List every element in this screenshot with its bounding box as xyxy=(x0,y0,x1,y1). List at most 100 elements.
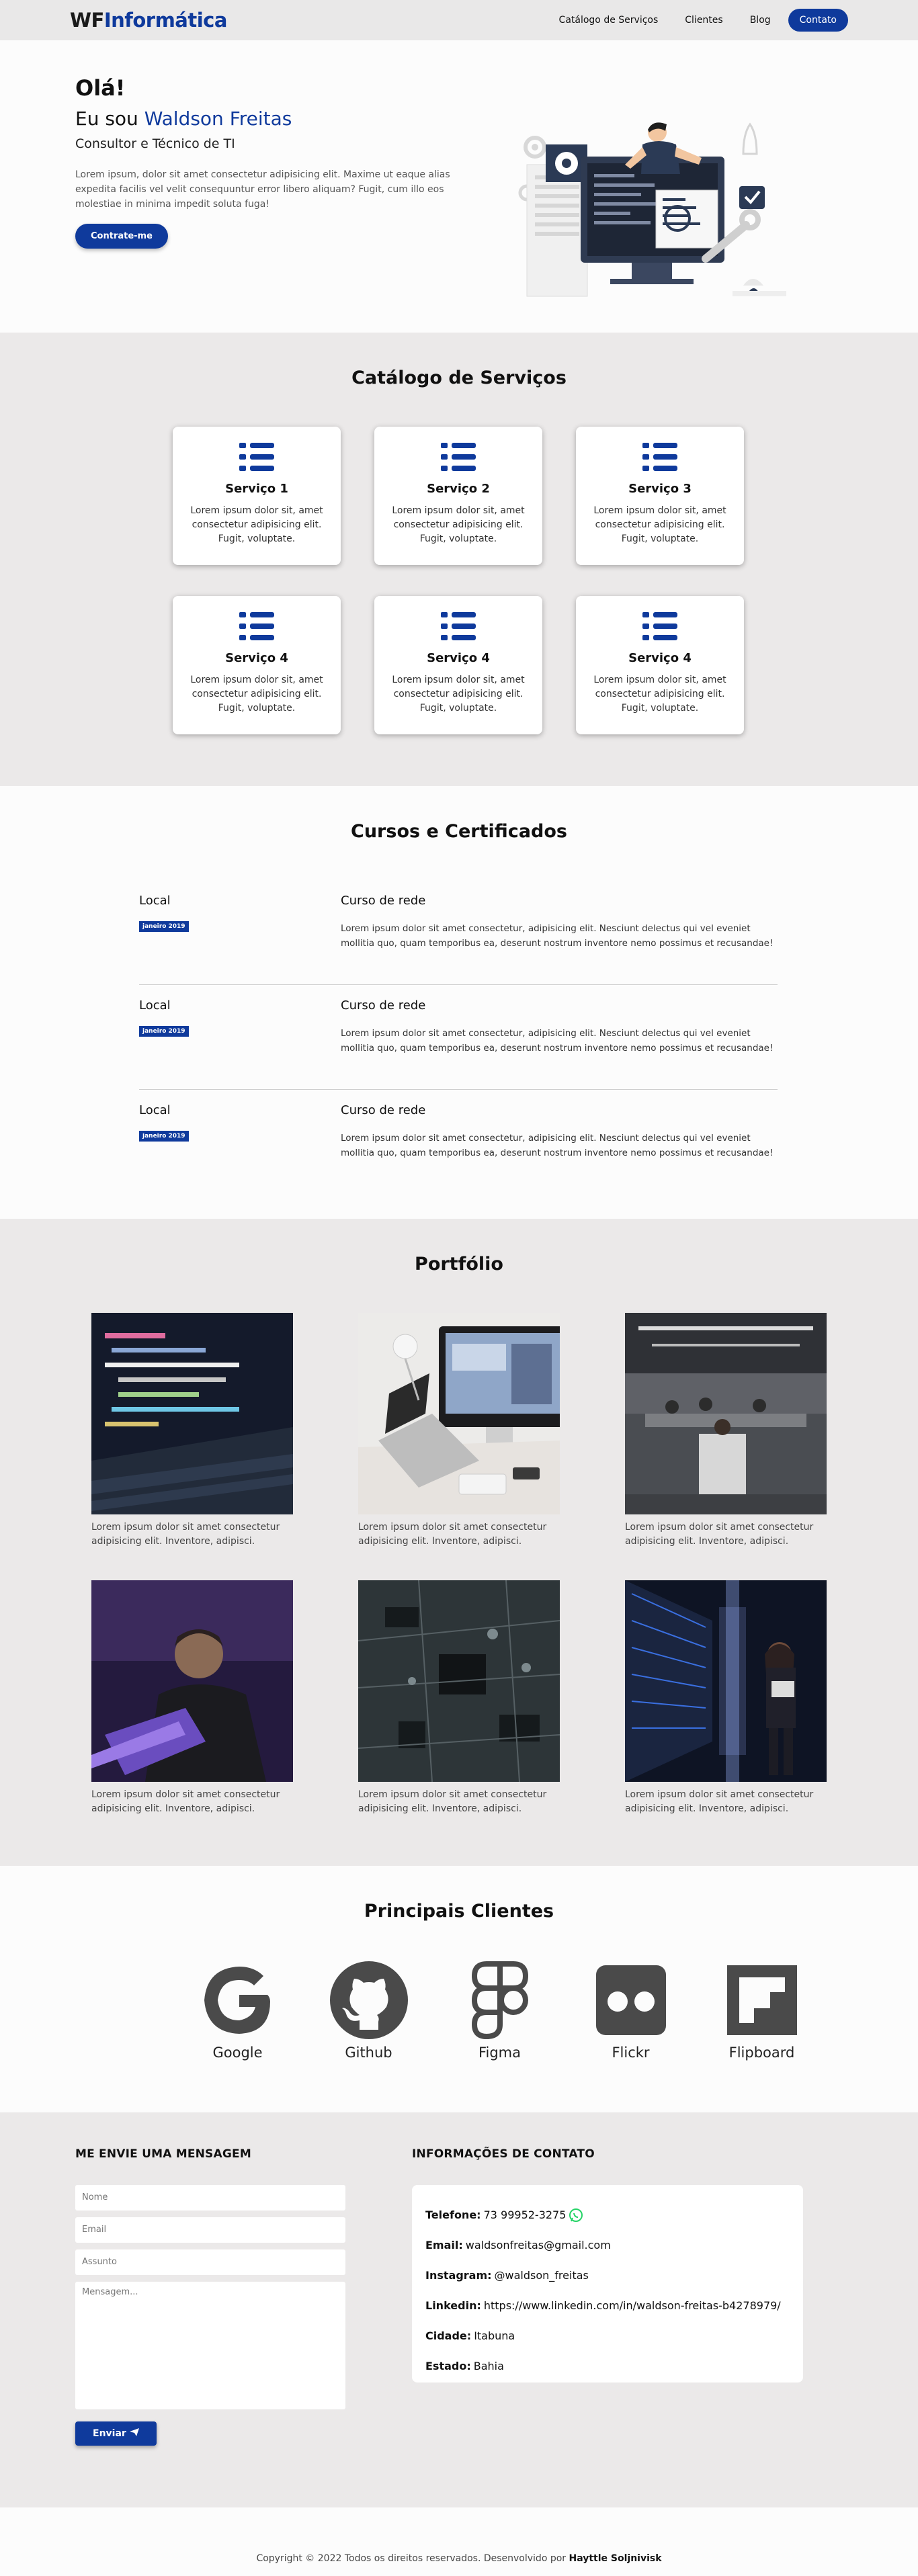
nav-link-catalogo[interactable]: Catálogo de Serviços xyxy=(559,15,659,26)
form-title: ME ENVIE UMA MENSAGEM xyxy=(75,2147,251,2161)
message-textarea[interactable]: Mensagem... xyxy=(75,2282,345,2409)
service-title: Serviço 4 xyxy=(427,651,490,665)
service-card[interactable]: Serviço 4 Lorem ipsum dolor sit, amet co… xyxy=(374,596,542,734)
service-card[interactable]: Serviço 4 Lorem ipsum dolor sit, amet co… xyxy=(173,596,341,734)
info-title: INFORMAÇÕES DE CONTATO xyxy=(412,2147,595,2161)
portfolio-image-circuit-board xyxy=(358,1580,560,1783)
services-title: Catálogo de Serviços xyxy=(351,368,567,388)
info-label: Estado: xyxy=(425,2360,471,2372)
client-name: Figma xyxy=(478,2045,521,2061)
portfolio-image-desk xyxy=(358,1313,567,1514)
info-instagram: Instagram: @waldson_freitas xyxy=(425,2260,790,2290)
service-text: Lorem ipsum dolor sit, amet consectetur … xyxy=(392,675,525,714)
course-name: Curso de rede xyxy=(341,894,426,908)
portfolio-section: Portfólio Lorem ipsum dolor sit amet con… xyxy=(0,1219,918,1866)
service-text: Lorem ipsum dolor sit, amet consectetur … xyxy=(392,505,525,544)
nav-link-blog[interactable]: Blog xyxy=(750,15,771,26)
service-card[interactable]: Serviço 2 Lorem ipsum dolor sit, amet co… xyxy=(374,427,542,565)
course-description: Lorem ipsum dolor sit amet consectetur, … xyxy=(341,1133,774,1158)
client-name: Flipboard xyxy=(728,2045,795,2061)
copyright-text: Copyright © 2022 Todos os direitos reser… xyxy=(256,2553,567,2564)
services-grid: Serviço 1 Lorem ipsum dolor sit, amet co… xyxy=(173,427,748,734)
course-item: Local janeiro 2019 Curso de rede Lorem i… xyxy=(139,985,778,1090)
hire-me-button[interactable]: Contrate-me xyxy=(75,224,168,249)
info-value[interactable]: https://www.linkedin.com/in/waldson-frei… xyxy=(484,2299,781,2312)
subject-input[interactable] xyxy=(75,2249,345,2275)
client-flickr[interactable]: Flickr xyxy=(565,1960,696,2061)
portfolio-caption: Lorem ipsum dolor sit amet consectetur a… xyxy=(358,1522,547,1547)
client-flipboard[interactable]: Flipboard xyxy=(696,1960,827,2061)
page: WFInformática Catálogo de Serviços Clien… xyxy=(0,0,918,2576)
figma-icon xyxy=(471,1961,528,2040)
course-meta: Local janeiro 2019 xyxy=(139,894,341,984)
service-title: Serviço 4 xyxy=(225,651,288,665)
portfolio-item[interactable]: Lorem ipsum dolor sit amet consectetur a… xyxy=(91,1580,293,1817)
nav-menu: Catálogo de Serviços Clientes Blog Conta… xyxy=(532,9,848,32)
portfolio-caption: Lorem ipsum dolor sit amet consectetur a… xyxy=(358,1789,547,1814)
client-figma[interactable]: Figma xyxy=(434,1960,565,2061)
name-input[interactable] xyxy=(75,2185,345,2210)
service-title: Serviço 3 xyxy=(628,482,692,496)
service-text: Lorem ipsum dolor sit, amet consectetur … xyxy=(593,675,726,714)
course-item: Local janeiro 2019 Curso de rede Lorem i… xyxy=(139,1090,778,1195)
service-title: Serviço 2 xyxy=(427,482,490,496)
course-meta: Local janeiro 2019 xyxy=(139,1103,341,1195)
service-card[interactable]: Serviço 4 Lorem ipsum dolor sit, amet co… xyxy=(576,596,744,734)
info-value[interactable]: waldsonfreitas@gmail.com xyxy=(466,2239,611,2251)
portfolio-item[interactable]: Lorem ipsum dolor sit amet consectetur a… xyxy=(625,1580,827,1817)
course-date-badge: janeiro 2019 xyxy=(139,921,189,932)
info-linkedin: Linkedin: https://www.linkedin.com/in/wa… xyxy=(425,2290,790,2321)
portfolio-title: Portfólio xyxy=(415,1254,503,1275)
clients-title: Principais Clientes xyxy=(364,1901,554,1922)
course-content: Curso de rede Lorem ipsum dolor sit amet… xyxy=(341,894,778,984)
list-icon xyxy=(239,443,274,471)
info-label: Telefone: xyxy=(425,2208,481,2221)
services-section: Catálogo de Serviços Serviço 1 Lorem ips… xyxy=(0,333,918,786)
portfolio-item[interactable]: Lorem ipsum dolor sit amet consectetur a… xyxy=(358,1313,567,1549)
service-card[interactable]: Serviço 1 Lorem ipsum dolor sit, amet co… xyxy=(173,427,341,565)
info-label: Cidade: xyxy=(425,2329,472,2342)
send-button[interactable]: Enviar xyxy=(75,2421,157,2446)
email-input[interactable] xyxy=(75,2217,345,2243)
hero-description: Lorem ipsum, dolor sit amet consectetur … xyxy=(75,169,450,210)
client-github[interactable]: Github xyxy=(303,1960,434,2061)
flipboard-icon xyxy=(726,1965,797,2035)
portfolio-item[interactable]: Lorem ipsum dolor sit amet consectetur a… xyxy=(625,1313,827,1549)
footer-author[interactable]: Hayttle Soljnivisk xyxy=(569,2553,662,2564)
info-value[interactable]: @waldson_freitas xyxy=(495,2269,589,2282)
list-icon xyxy=(239,612,274,640)
client-google[interactable]: Google xyxy=(172,1960,303,2061)
footer: Copyright © 2022 Todos os direitos reser… xyxy=(0,2507,918,2576)
github-icon xyxy=(329,1961,408,2039)
nav-link-clientes[interactable]: Clientes xyxy=(685,15,722,26)
info-value: Bahia xyxy=(473,2360,504,2372)
courses-title: Cursos e Certificados xyxy=(351,821,567,842)
course-content: Curso de rede Lorem ipsum dolor sit amet… xyxy=(341,1103,778,1195)
info-value: 73 99952-3275 xyxy=(483,2208,567,2221)
whatsapp-icon[interactable] xyxy=(569,2208,583,2223)
contact-form: ME ENVIE UMA MENSAGEM Mensagem... Enviar xyxy=(75,2147,345,2446)
brand-logo[interactable]: WFInformática xyxy=(70,9,227,32)
flickr-icon xyxy=(595,1965,666,2035)
list-icon xyxy=(441,612,476,640)
info-label: Linkedin: xyxy=(425,2299,481,2312)
hero-text: Olá! Eu sou Waldson Freitas Consultor e … xyxy=(75,75,492,249)
course-list: Local janeiro 2019 Curso de rede Lorem i… xyxy=(139,880,778,1195)
portfolio-item[interactable]: Lorem ipsum dolor sit amet consectetur a… xyxy=(91,1313,293,1549)
list-icon xyxy=(642,443,677,471)
info-label: Instagram: xyxy=(425,2269,492,2282)
info-value: Itabuna xyxy=(474,2329,515,2342)
portfolio-item[interactable]: Lorem ipsum dolor sit amet consectetur a… xyxy=(358,1580,560,1817)
portfolio-grid: Lorem ipsum dolor sit amet consectetur a… xyxy=(91,1313,827,1817)
course-content: Curso de rede Lorem ipsum dolor sit amet… xyxy=(341,998,778,1089)
paper-plane-icon xyxy=(129,2428,139,2436)
navbar: WFInformática Catálogo de Serviços Clien… xyxy=(0,0,918,40)
send-label: Enviar xyxy=(93,2428,126,2439)
hero-role: Consultor e Técnico de TI xyxy=(75,136,235,151)
service-card[interactable]: Serviço 3 Lorem ipsum dolor sit, amet co… xyxy=(576,427,744,565)
portfolio-caption: Lorem ipsum dolor sit amet consectetur a… xyxy=(91,1522,280,1547)
hero-name: Waldson Freitas xyxy=(144,108,292,130)
contact-button[interactable]: Contato xyxy=(788,9,848,32)
course-meta: Local janeiro 2019 xyxy=(139,998,341,1089)
info-box: Telefone: 73 99952-3275 Email: waldsonfr… xyxy=(412,2185,803,2382)
